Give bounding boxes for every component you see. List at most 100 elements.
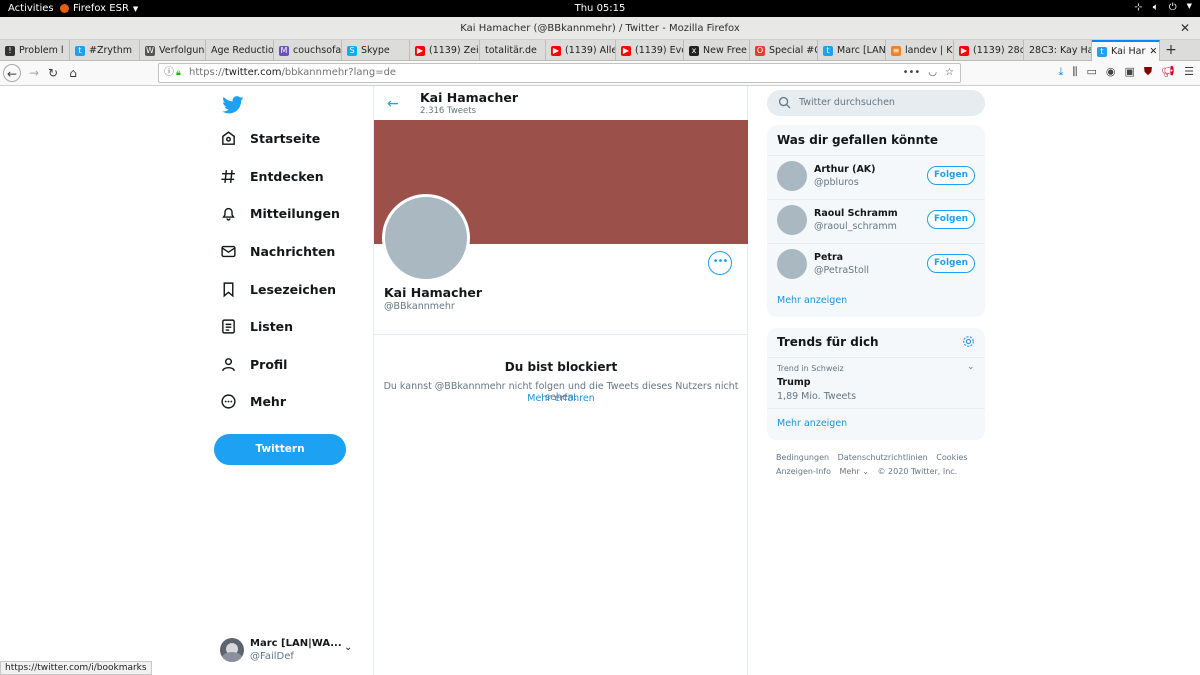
profile-avatar[interactable] — [382, 194, 470, 282]
menu-icon[interactable]: ☰ — [1184, 65, 1194, 79]
page-actions-icon[interactable]: ••• — [903, 64, 921, 82]
tab-6[interactable]: ▶ (1139) Zei — [410, 40, 480, 61]
tab-10[interactable]: x New Free — [684, 40, 750, 61]
footer-copyright: © 2020 Twitter, Inc. — [877, 467, 958, 476]
tab-label: Problem l — [19, 45, 64, 56]
nav-item-mitteilungen[interactable]: Mitteilungen — [220, 205, 340, 222]
learn-more-link-text[interactable]: Mehr erfahren — [527, 393, 595, 404]
nav-item-label: Nachrichten — [250, 244, 336, 259]
url-prefix: https:// — [189, 67, 225, 78]
tab-11[interactable]: O Special #C — [750, 40, 818, 61]
wix-icon: x — [689, 45, 699, 56]
trends-card: Trends für dich Trend in Schweiz ⌄ Trump… — [767, 328, 985, 440]
search-input[interactable]: Twitter durchsuchen — [767, 90, 985, 116]
tab-5[interactable]: S Skype — [342, 40, 410, 61]
tab-15[interactable]: 28C3: Kay Ha — [1024, 40, 1092, 61]
tab-1[interactable]: t #Zrythm — [70, 40, 140, 61]
nav-item-entdecken[interactable]: Entdecken — [220, 168, 324, 185]
home-button[interactable]: ⌂ — [64, 64, 82, 82]
megaphone-icon[interactable]: 📢︎ — [1161, 65, 1175, 79]
nav-item-label: Profil — [250, 357, 288, 372]
twitter-page: Startseite Entdecken Mitteilungen Nachricht… — [0, 86, 1200, 675]
library-icon[interactable]: ⫼ — [1072, 65, 1077, 79]
network-icon: ⊹ — [1134, 2, 1143, 13]
close-window-icon[interactable]: ✕ — [1180, 17, 1190, 40]
extension-icon[interactable]: ▣ — [1125, 65, 1135, 79]
account-switcher[interactable]: Marc [LAN|WA... @FailDef ⌄ — [220, 636, 356, 666]
nav-item-listen[interactable]: Listen — [220, 318, 293, 335]
trends-title: Trends für dich — [777, 335, 879, 349]
home-icon — [222, 131, 235, 145]
tab-8[interactable]: ▶ (1139) Alle — [546, 40, 616, 61]
tweet-button[interactable]: Twittern — [214, 434, 346, 465]
pocket-icon[interactable]: ◡ — [928, 64, 937, 82]
follow-button[interactable]: Folgen — [927, 254, 975, 273]
chevron-down-icon[interactable]: ⌄ — [344, 642, 352, 653]
tab-7[interactable]: totalitär.de — [480, 40, 546, 61]
chevron-down-icon[interactable]: ⌄ — [967, 362, 975, 372]
tab-4[interactable]: Mcouchsofa — [274, 40, 342, 61]
ublock-icon[interactable]: ⛊ — [1144, 65, 1152, 79]
reload-button[interactable]: ↻ — [44, 64, 62, 82]
youtube-icon: ▶ — [621, 45, 631, 56]
more-options-button[interactable]: ••• — [708, 251, 732, 275]
back-button[interactable]: ← — [3, 64, 21, 82]
tab-9[interactable]: ▶ (1139) Eve — [616, 40, 684, 61]
tab-strip: ! Problem l t #Zrythm W Verfolgun Age Reductio… — [0, 40, 1200, 61]
tab-2[interactable]: W Verfolgun — [140, 40, 206, 61]
url-path: /bbkannmehr?lang=de — [281, 67, 397, 78]
trends-more-link[interactable]: Mehr anzeigen — [777, 418, 847, 429]
clock[interactable]: Thu 05:15 — [0, 3, 1200, 14]
suggestion-item[interactable]: Arthur (AK) @pbluros Folgen — [767, 155, 985, 199]
nav-item-startseite[interactable]: Startseite — [220, 130, 320, 147]
tab-12[interactable]: t Marc [LAN — [818, 40, 886, 61]
suggestion-item[interactable]: Raoul Schramm @raoul_schramm Folgen — [767, 199, 985, 243]
twitter-icon: t — [823, 45, 833, 56]
downloads-icon[interactable]: ⤓ — [1059, 65, 1064, 79]
learn-more-link: Mehr erfahren — [374, 393, 748, 404]
system-status[interactable]: ⊹ 🔈︎ ⏻ ▼ — [1134, 2, 1192, 13]
sidebar-icon[interactable]: ▭ — [1086, 65, 1096, 79]
nav-item-mehr[interactable]: Mehr — [220, 393, 286, 410]
suggestion-item[interactable]: Petra @PetraStoll Folgen — [767, 243, 985, 287]
back-arrow-icon[interactable]: ← — [387, 96, 399, 112]
list-icon — [222, 319, 235, 334]
tab-14[interactable]: ▶ (1139) 28c — [954, 40, 1024, 61]
gear-icon[interactable] — [962, 335, 975, 348]
lock-icon[interactable]: 🔒︎ — [176, 64, 181, 82]
bookmark-star-icon[interactable]: ☆ — [945, 64, 954, 82]
nav-item-label: Mitteilungen — [250, 206, 340, 221]
tab-label: Verfolgun — [159, 45, 205, 56]
volume-icon: 🔈︎ — [1152, 2, 1159, 13]
divider — [767, 408, 985, 409]
follow-button[interactable]: Folgen — [927, 210, 975, 229]
footer-more-link[interactable]: Mehr ⌄ — [840, 467, 869, 476]
footer-cookies-link[interactable]: Cookies — [936, 453, 967, 462]
footer-links-2: Anzeigen-Info Mehr ⌄ © 2020 Twitter, Inc… — [776, 467, 963, 476]
footer-terms-link[interactable]: Bedingungen — [776, 453, 829, 462]
tab-0[interactable]: ! Problem l — [0, 40, 70, 61]
info-icon[interactable]: ⓘ — [164, 64, 174, 82]
tab-3[interactable]: Age Reductio — [206, 40, 274, 61]
url-bar[interactable]: ⓘ 🔒︎ https://twitter.com/bbkannmehr?lang… — [158, 63, 961, 83]
twitter-logo-icon[interactable] — [222, 96, 244, 114]
chevron-down-icon: ▼ — [1186, 2, 1192, 10]
forward-button[interactable]: → — [25, 64, 43, 82]
nav-item-label: Startseite — [250, 131, 321, 146]
nav-item-nachrichten[interactable]: Nachrichten — [220, 243, 335, 260]
tab-16[interactable]: t Kai Har ✕ — [1092, 40, 1160, 61]
close-tab-icon[interactable]: ✕ — [1149, 46, 1157, 57]
nav-item-label: Entdecken — [250, 169, 324, 184]
suggestion-name: Raoul Schramm — [814, 208, 898, 219]
suggestions-more-link[interactable]: Mehr anzeigen — [777, 295, 847, 306]
nav-item-profil[interactable]: Profil — [220, 356, 287, 373]
tab-label: Marc [LAN — [837, 45, 886, 56]
nav-item-lesezeichen[interactable]: Lesezeichen — [220, 281, 336, 298]
tab-label: couchsofa — [293, 45, 342, 56]
follow-button[interactable]: Folgen — [927, 166, 975, 185]
footer-privacy-link[interactable]: Datenschutzrichtlinien — [838, 453, 928, 462]
new-tab-button[interactable]: + — [1160, 40, 1182, 60]
account-icon[interactable]: ◉ — [1106, 65, 1116, 79]
footer-ads-link[interactable]: Anzeigen-Info — [776, 467, 831, 476]
tab-13[interactable]: ≡ landev | K — [886, 40, 954, 61]
